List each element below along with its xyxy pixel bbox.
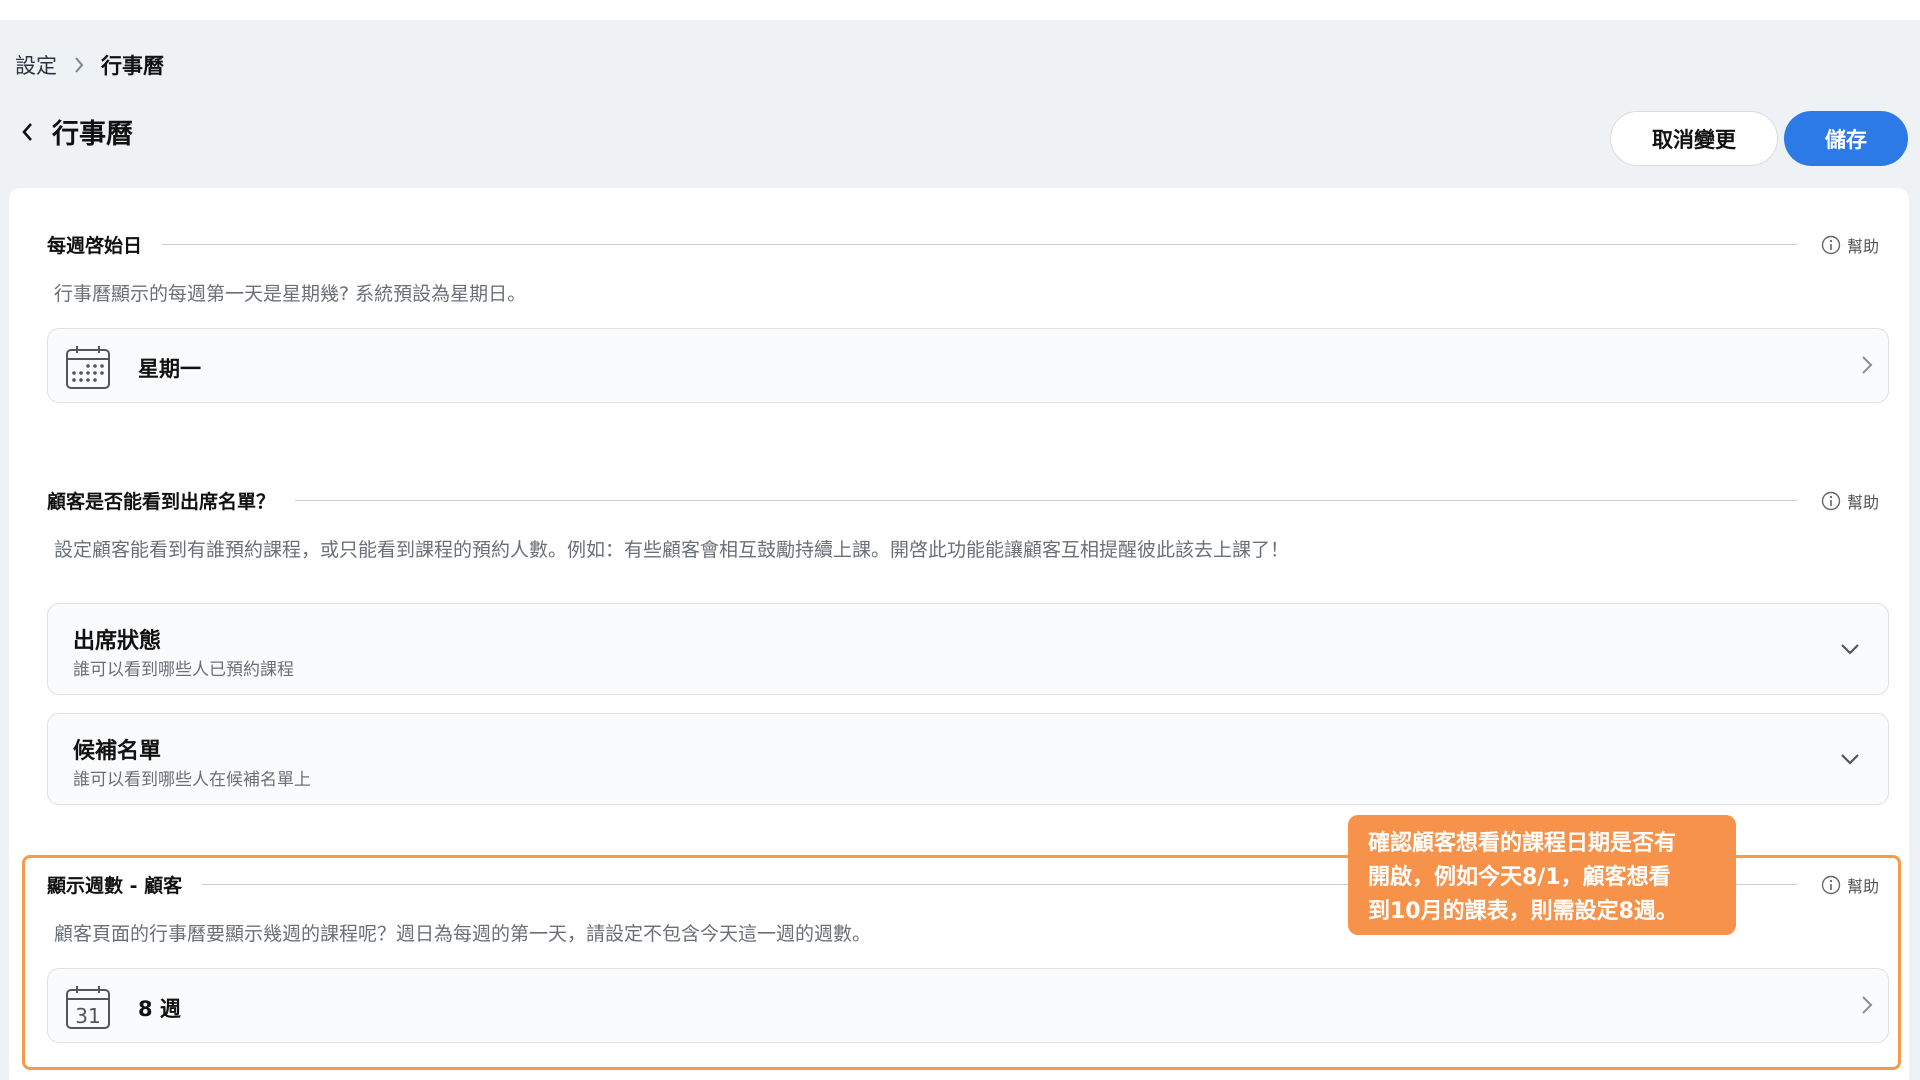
divider	[162, 244, 1797, 245]
help-label: 幫助	[1846, 876, 1879, 896]
svg-text:31: 31	[75, 1004, 100, 1028]
week-start-title: 每週啓始日	[47, 235, 143, 257]
attendance-title: 顧客是否能看到出席名單？	[47, 491, 276, 513]
info-icon	[1821, 491, 1841, 511]
chevron-right-icon	[1860, 994, 1874, 1020]
calendar-grid-icon	[64, 343, 112, 395]
annotation-callout: 確認顧客想看的課程日期是否有 開啟，例如今天8/1，顧客想看 到10月的課表，則…	[1348, 815, 1736, 935]
info-icon	[1821, 875, 1841, 895]
week-start-help[interactable]: 幫助	[1821, 233, 1879, 257]
page-title: 行事曆	[52, 119, 133, 150]
back-button[interactable]	[12, 114, 42, 150]
divider	[295, 500, 1797, 501]
calendar-31-icon: 31	[64, 983, 112, 1035]
callout-line: 開啟，例如今天8/1，顧客想看	[1368, 865, 1671, 890]
display-weeks-value: 8 週	[138, 997, 181, 1021]
week-start-section-header: 每週啓始日 幫助	[47, 231, 1879, 258]
accordion-title: 出席狀態	[73, 629, 162, 654]
attendance-description: 設定顧客能看到有誰預約課程，或只能看到課程的預約人數。例如：有些顧客會相互鼓勵持…	[54, 539, 1290, 561]
week-start-value: 星期一	[138, 357, 201, 381]
save-button[interactable]: 儲存	[1784, 111, 1908, 166]
accordion-title: 候補名單	[73, 739, 162, 764]
callout-line: 到10月的課表，則需設定8週。	[1368, 899, 1678, 924]
help-label: 幫助	[1846, 492, 1879, 512]
accordion-subtitle: 誰可以看到哪些人已預約課程	[73, 660, 294, 680]
breadcrumb-current: 行事曆	[101, 54, 164, 78]
attendance-section-header: 顧客是否能看到出席名單？ 幫助	[47, 487, 1879, 514]
help-label: 幫助	[1846, 236, 1879, 256]
info-icon	[1821, 235, 1841, 255]
accordion-subtitle: 誰可以看到哪些人在候補名單上	[73, 770, 311, 790]
week-start-selector[interactable]: 星期一	[47, 328, 1889, 403]
settings-card: 每週啓始日 幫助 行事曆顯示的每週第一天是星期幾? 系統預設為星期日。 星期一 …	[9, 188, 1909, 1080]
chevron-right-icon	[1860, 354, 1874, 380]
callout-line: 確認顧客想看的課程日期是否有	[1368, 831, 1677, 856]
chevron-down-icon	[1840, 641, 1860, 660]
attendance-help[interactable]: 幫助	[1821, 489, 1879, 513]
chevron-down-icon	[1840, 751, 1860, 770]
display-weeks-description: 顧客頁面的行事曆要顯示幾週的課程呢？週日為每週的第一天，請設定不包含今天這一週的…	[54, 923, 872, 945]
waitlist-accordion[interactable]: 候補名單 誰可以看到哪些人在候補名單上	[47, 713, 1889, 805]
attendance-status-accordion[interactable]: 出席狀態 誰可以看到哪些人已預約課程	[47, 603, 1889, 695]
breadcrumb: 設定 行事曆	[15, 50, 164, 80]
chevron-right-icon	[73, 56, 85, 74]
display-weeks-help[interactable]: 幫助	[1821, 873, 1879, 897]
week-start-description: 行事曆顯示的每週第一天是星期幾? 系統預設為星期日。	[54, 283, 527, 305]
breadcrumb-settings-link[interactable]: 設定	[15, 50, 57, 80]
cancel-changes-button[interactable]: 取消變更	[1610, 111, 1778, 166]
page-header: 行事曆	[12, 112, 133, 151]
chevron-left-icon	[22, 122, 32, 141]
display-weeks-selector[interactable]: 31 8 週	[47, 968, 1889, 1043]
display-weeks-title: 顯示週數 - 顧客	[47, 875, 183, 897]
